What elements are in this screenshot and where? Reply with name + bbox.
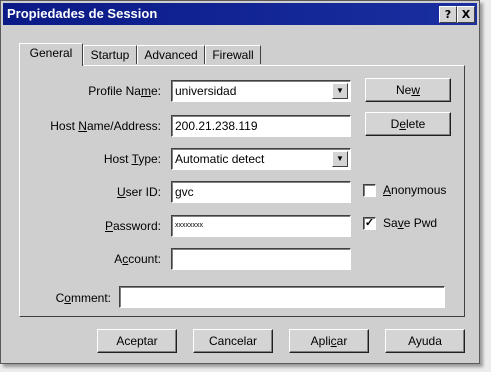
profile-name-label: Profile Name: <box>88 84 161 98</box>
user-id-input[interactable]: gvc <box>171 181 351 203</box>
host-type-value: Automatic detect <box>175 152 265 166</box>
close-button[interactable]: X <box>457 6 475 23</box>
tab-general[interactable]: General <box>19 43 83 66</box>
account-label: Account: <box>114 252 161 266</box>
host-name-label: Host Name/Address: <box>50 119 161 133</box>
ayuda-button[interactable]: Ayuda <box>385 329 465 353</box>
cancelar-button[interactable]: Cancelar <box>193 329 273 353</box>
save-pwd-label: Save Pwd <box>383 216 438 230</box>
aceptar-button[interactable]: Aceptar <box>97 329 177 353</box>
host-type-label: Host Type: <box>103 152 161 166</box>
save-pwd-checkbox[interactable]: ✓ <box>363 217 376 230</box>
host-name-value: 200.21.238.119 <box>175 119 258 133</box>
anonymous-label: Anonymous <box>383 183 447 197</box>
password-label: Password: <box>104 219 161 233</box>
account-input[interactable] <box>171 248 351 270</box>
tab-startup[interactable]: Startup <box>83 45 137 64</box>
comment-label: Comment: <box>55 291 111 305</box>
tab-advanced[interactable]: Advanced <box>137 45 205 64</box>
chevron-down-icon[interactable]: ▼ <box>332 151 348 167</box>
anonymous-checkbox[interactable] <box>363 184 376 197</box>
user-id-value: gvc <box>175 185 194 199</box>
user-id-label: User ID: <box>116 185 161 199</box>
new-button[interactable]: New <box>365 78 451 102</box>
password-value: xxxxxxxx <box>175 222 203 229</box>
chevron-down-icon[interactable]: ▼ <box>332 83 348 99</box>
profile-name-select[interactable]: universidad ▼ <box>171 80 351 102</box>
dialog-title: Propiedades de Session <box>7 6 158 21</box>
host-type-select[interactable]: Automatic detect ▼ <box>171 148 351 170</box>
comment-input[interactable] <box>119 286 445 308</box>
aplicar-button[interactable]: Aplicar <box>289 329 369 353</box>
tab-firewall[interactable]: Firewall <box>205 45 261 64</box>
session-properties-dialog: Propiedades de Session ? X General Start… <box>0 0 480 364</box>
help-button[interactable]: ? <box>439 6 457 23</box>
host-name-input[interactable]: 200.21.238.119 <box>171 115 351 137</box>
profile-name-value: universidad <box>175 84 237 98</box>
delete-button[interactable]: Delete <box>365 112 451 136</box>
password-input[interactable]: xxxxxxxx <box>171 215 351 237</box>
title-bar[interactable]: Propiedades de Session ? X <box>3 3 477 25</box>
